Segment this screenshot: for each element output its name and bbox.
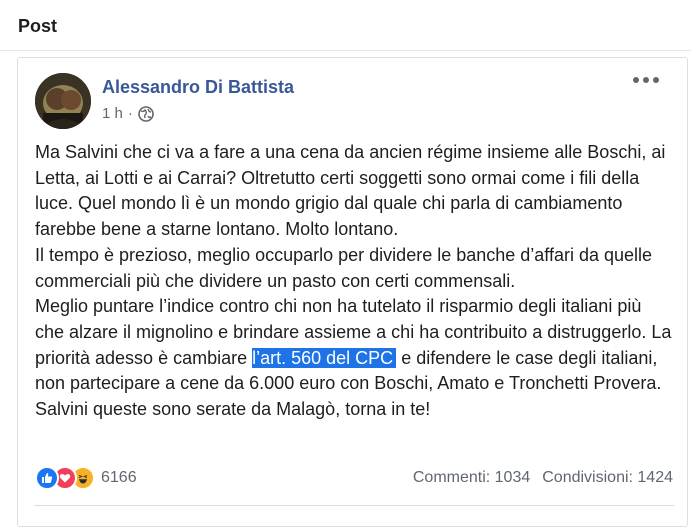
avatar[interactable] [35,73,91,129]
post-card: Alessandro Di Battista 1 h · Ma Salvini … [17,57,688,527]
post-text: Ma Salvini che ci va a fare a una cena d… [35,140,675,423]
panel-title: Post [18,16,58,36]
globe-icon [138,105,154,122]
footer-divider [34,505,674,506]
post-paragraph: Salvini queste sono serate da Malagò, to… [35,399,431,420]
post-time[interactable]: 1 h [102,105,123,122]
post-paragraph: Ma Salvini che ci va a fare a una cena d… [35,142,671,240]
shares-count[interactable]: Condivisioni: 1424 [542,469,673,487]
more-options-icon[interactable] [633,73,659,87]
highlighted-text: l’art. 560 del CPC [252,347,397,368]
post-meta: 1 h · [102,105,154,122]
avatar-photo [35,73,91,129]
panel-divider [0,50,691,51]
post-paragraph: Meglio puntare l’indice contro chi non h… [35,294,675,397]
post-footer: 6166 Commenti: 1034 Condivisioni: 1424 [35,463,673,493]
post-stats: Commenti: 1034 Condivisioni: 1424 [413,469,673,487]
comments-count[interactable]: Commenti: 1034 [413,469,530,487]
author-name[interactable]: Alessandro Di Battista [102,77,294,98]
like-icon [35,466,59,490]
reactions[interactable]: 6166 [35,466,137,490]
reaction-count: 6166 [101,469,137,486]
post-paragraph: Il tempo è prezioso, meglio occuparlo pe… [35,244,658,291]
